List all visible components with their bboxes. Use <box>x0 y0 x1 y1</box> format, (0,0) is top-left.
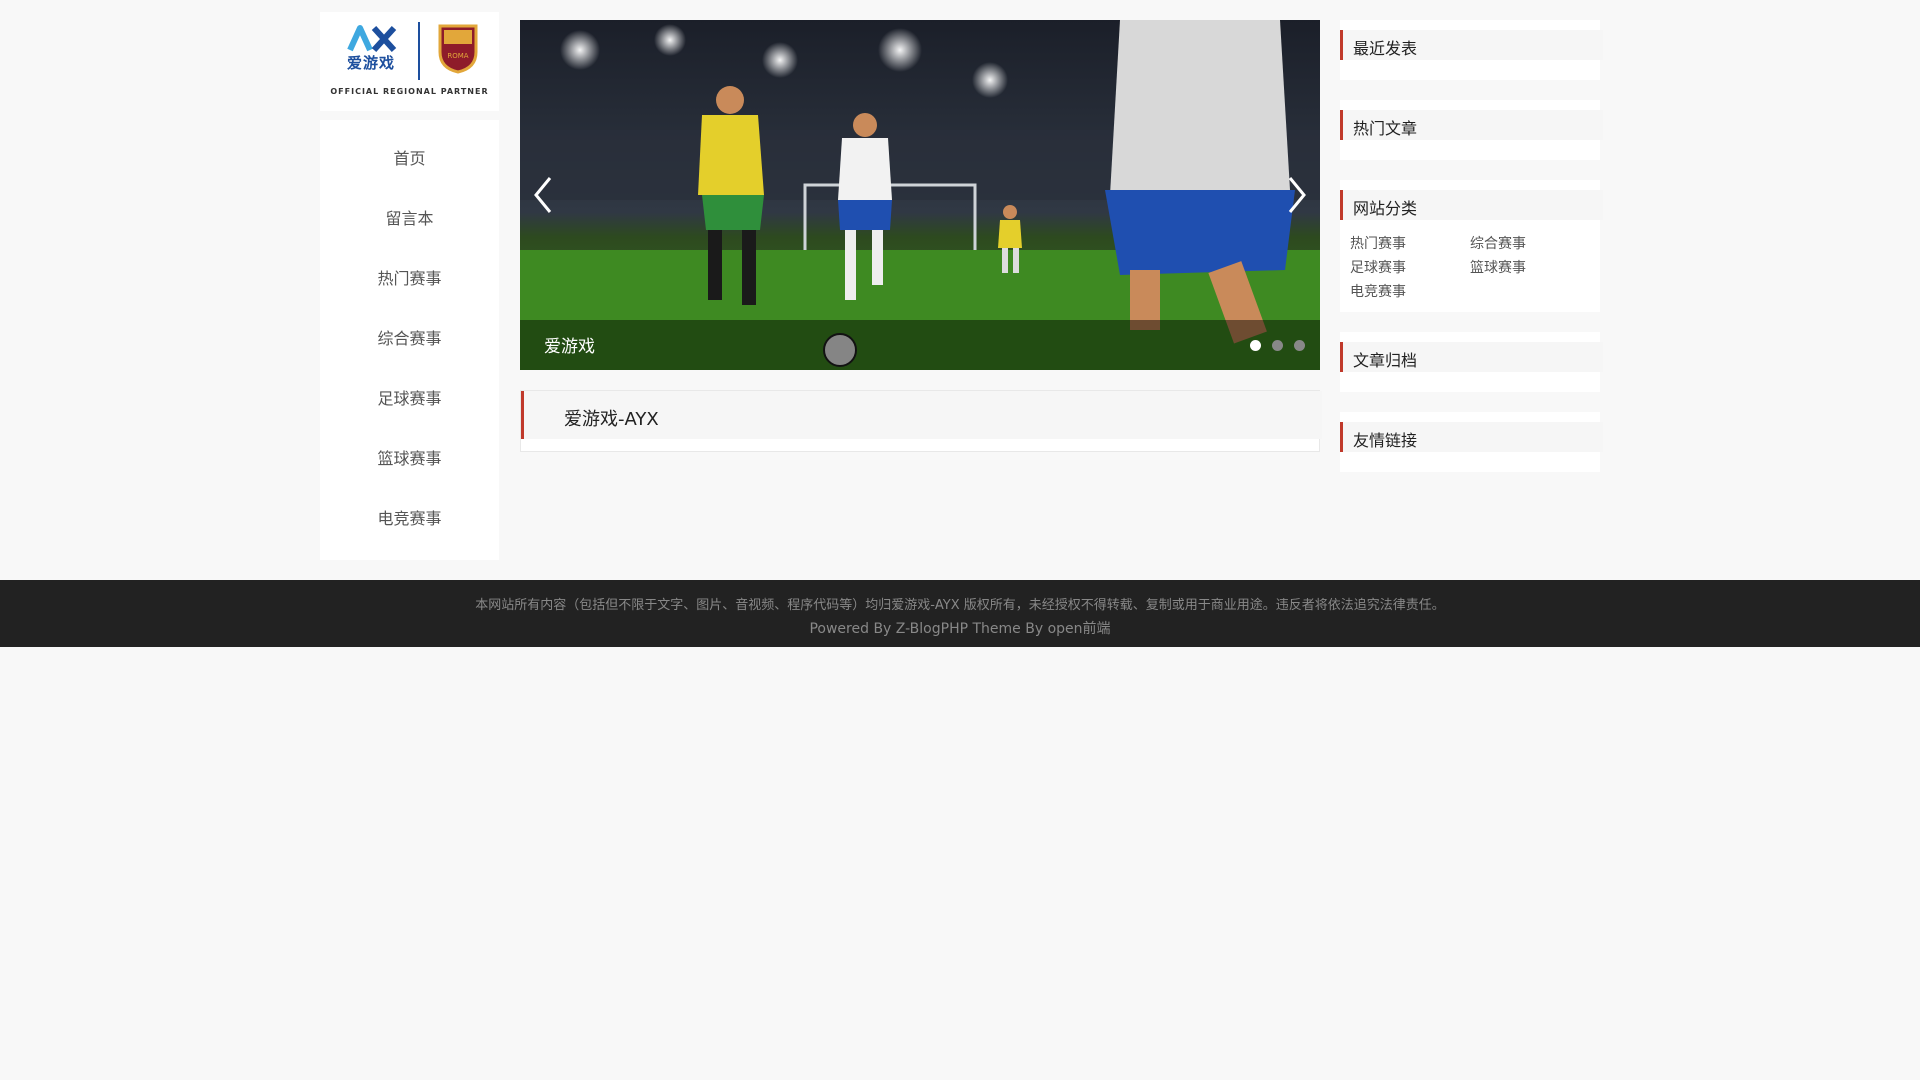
widget-friend-links: 友情链接 <box>1340 412 1603 472</box>
nav-item-hot-events[interactable]: 热门赛事 <box>320 259 499 299</box>
category-link-football[interactable]: 足球赛事 <box>1350 257 1406 277</box>
widget-header: 友情链接 <box>1340 422 1603 452</box>
post-title[interactable]: 爱游戏-AYX <box>564 405 659 431</box>
footer-powered-by[interactable]: Powered By Z-BlogPHP Theme By open前端 <box>0 618 1920 638</box>
slider-dot-2[interactable] <box>1272 340 1283 351</box>
widget-archive: 文章归档 <box>1340 332 1603 392</box>
widget-categories: 网站分类 热门赛事 综合赛事 足球赛事 篮球赛事 电竞赛事 <box>1340 180 1603 312</box>
slider-dot-3[interactable] <box>1294 340 1305 351</box>
category-link-general-events[interactable]: 综合赛事 <box>1470 233 1526 253</box>
main-nav: 首页 留言本 热门赛事 综合赛事 足球赛事 篮球赛事 电竞赛事 <box>320 120 499 560</box>
widget-title: 友情链接 <box>1353 431 1418 450</box>
category-link-esports[interactable]: 电竞赛事 <box>1350 281 1406 301</box>
site-footer: 本网站所有内容（包括但不限于文字、图片、音视频、程序代码等）均归爱游戏-AYX … <box>0 580 1920 647</box>
post-card: 爱游戏-AYX <box>520 390 1322 452</box>
post-title-bar: 爱游戏-AYX <box>521 391 1322 439</box>
category-link-hot-events[interactable]: 热门赛事 <box>1350 233 1406 253</box>
nav-item-football[interactable]: 足球赛事 <box>320 379 499 419</box>
roma-crest-icon: ROMA <box>438 24 478 74</box>
nav-item-home[interactable]: 首页 <box>320 139 499 179</box>
page: 爱游戏 ROMA OFFICIAL REGIONAL PARTNER 首页 留言… <box>0 0 1920 1080</box>
widget-title: 最近发表 <box>1353 39 1418 58</box>
slider-prev-arrow-icon[interactable] <box>528 170 558 220</box>
widget-header: 网站分类 <box>1340 190 1603 220</box>
site-logo[interactable]: 爱游戏 ROMA OFFICIAL REGIONAL PARTNER <box>320 12 499 111</box>
widget-header: 热门文章 <box>1340 110 1603 140</box>
widget-recent-posts: 最近发表 <box>1340 20 1603 80</box>
slider-caption[interactable]: 爱游戏 <box>544 332 595 357</box>
slider-next-arrow-icon[interactable] <box>1282 170 1312 220</box>
widget-title: 文章归档 <box>1353 351 1418 370</box>
slider-caption-bar: 爱游戏 <box>520 320 1320 370</box>
image-slider[interactable]: 爱游戏 <box>520 20 1320 370</box>
logo-cn-text: 爱游戏 <box>347 54 396 72</box>
ax-logo-icon <box>347 25 397 53</box>
widget-title: 热门文章 <box>1353 119 1418 138</box>
widget-header: 最近发表 <box>1340 30 1603 60</box>
nav-item-basketball[interactable]: 篮球赛事 <box>320 439 499 479</box>
footer-copyright: 本网站所有内容（包括但不限于文字、图片、音视频、程序代码等）均归爱游戏-AYX … <box>475 598 1445 613</box>
slider-dot-1[interactable] <box>1250 340 1261 351</box>
roma-text: ROMA <box>447 52 468 60</box>
widget-header: 文章归档 <box>1340 342 1603 372</box>
logo-tagline: OFFICIAL REGIONAL PARTNER <box>330 87 489 96</box>
category-link-basketball[interactable]: 篮球赛事 <box>1470 257 1526 277</box>
slide-image <box>520 20 1320 370</box>
nav-item-esports[interactable]: 电竞赛事 <box>320 499 499 539</box>
widget-hot-posts: 热门文章 <box>1340 100 1603 160</box>
nav-item-general-events[interactable]: 综合赛事 <box>320 319 499 359</box>
logo-divider <box>418 22 420 80</box>
widget-title: 网站分类 <box>1353 199 1418 218</box>
nav-item-guestbook[interactable]: 留言本 <box>320 199 499 239</box>
